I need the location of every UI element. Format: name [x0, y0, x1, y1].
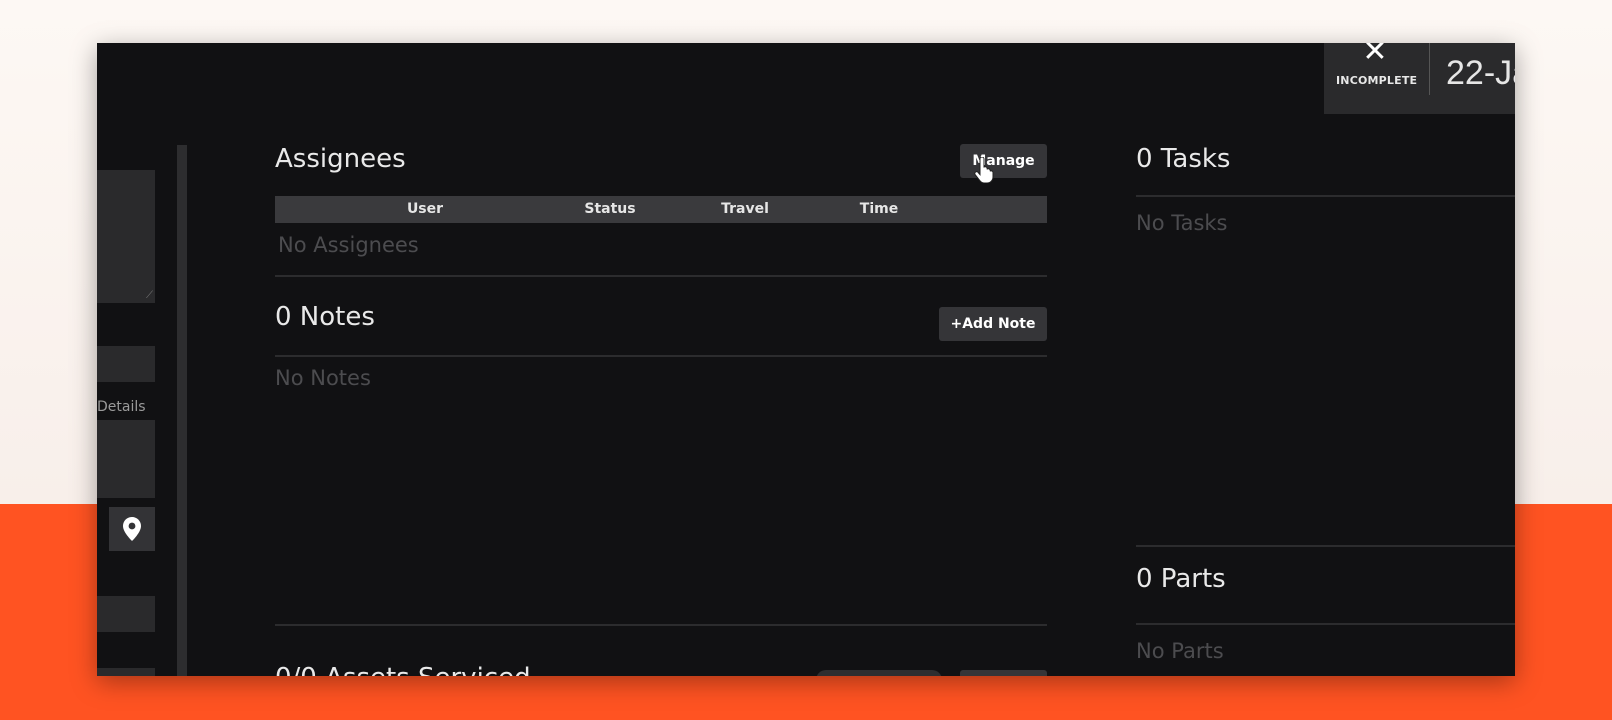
notes-empty-text: No Notes: [275, 366, 371, 390]
parts-title: 0 Parts: [1136, 564, 1226, 594]
left-input-field[interactable]: [97, 346, 155, 382]
add-note-button[interactable]: +Add Note: [939, 307, 1047, 341]
resize-grip-icon[interactable]: ⟋: [146, 291, 153, 301]
assets-title: 0/0 Assets Serviced: [275, 663, 531, 676]
status-panel[interactable]: ✕ INCOMPLETE 22-Ja: [1324, 43, 1515, 114]
details-field[interactable]: [97, 420, 155, 498]
notes-title: 0 Notes: [275, 302, 375, 332]
app-window: ✕ INCOMPLETE 22-Ja ⟋ Details Assignees M…: [97, 43, 1515, 676]
status-divider: [1429, 43, 1430, 95]
status-date: 22-Ja: [1446, 54, 1515, 92]
parts-divider: [1136, 623, 1515, 625]
parts-empty-text: No Parts: [1136, 639, 1224, 663]
assets-filter-pill[interactable]: [816, 670, 942, 676]
hand-cursor-icon: [974, 157, 994, 183]
column-header-travel[interactable]: Travel: [685, 196, 805, 223]
assets-action-button[interactable]: [960, 670, 1047, 676]
map-pin-icon: [123, 517, 141, 541]
description-textarea[interactable]: ⟋: [97, 170, 155, 303]
column-header-status[interactable]: Status: [550, 196, 670, 223]
left-input-field-3[interactable]: [97, 668, 155, 676]
column-header-time[interactable]: Time: [819, 196, 939, 223]
assignees-title: Assignees: [275, 144, 406, 174]
tasks-bottom-divider: [1136, 545, 1515, 547]
left-input-field-2[interactable]: [97, 596, 155, 632]
column-header-user[interactable]: User: [365, 196, 485, 223]
assignees-divider: [275, 275, 1047, 277]
status-label: INCOMPLETE: [1336, 74, 1418, 87]
tasks-title: 0 Tasks: [1136, 144, 1231, 174]
vertical-scrollbar[interactable]: [177, 145, 187, 676]
assignees-table-header: User Status Travel Time: [275, 196, 1047, 223]
map-pin-button[interactable]: [109, 507, 155, 551]
close-icon[interactable]: ✕: [1340, 43, 1410, 67]
assignees-empty-text: No Assignees: [278, 233, 419, 257]
notes-divider: [275, 355, 1047, 357]
tasks-empty-text: No Tasks: [1136, 211, 1228, 235]
details-label: Details: [97, 399, 146, 415]
notes-bottom-divider: [275, 624, 1047, 626]
tasks-divider: [1136, 195, 1515, 197]
